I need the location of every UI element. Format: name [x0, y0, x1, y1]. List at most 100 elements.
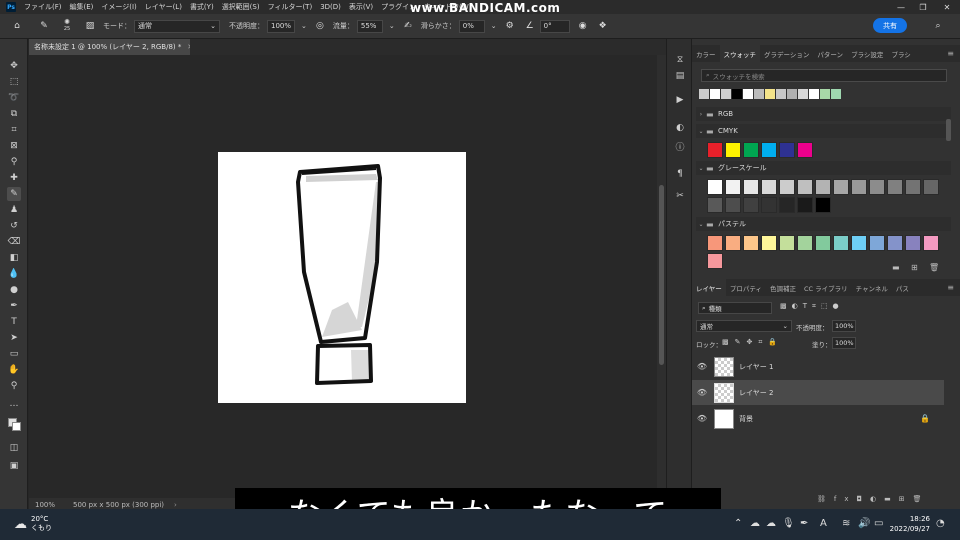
- battery-icon[interactable]: ▭: [874, 518, 883, 529]
- smoothing-field[interactable]: 0%: [458, 19, 485, 33]
- gear-icon[interactable]: ⚙: [503, 19, 517, 33]
- tab-properties[interactable]: プロパティ: [726, 279, 766, 296]
- color-swatch[interactable]: [798, 89, 808, 99]
- airbrush-icon[interactable]: ✍: [401, 19, 415, 33]
- color-swatch[interactable]: [797, 197, 813, 213]
- color-swatch[interactable]: [905, 179, 921, 195]
- dodge-tool-icon[interactable]: ●: [7, 283, 21, 297]
- color-swatch[interactable]: [732, 89, 742, 99]
- symmetry-icon[interactable]: ❖: [596, 19, 610, 33]
- eye-icon[interactable]: 👁: [692, 388, 712, 397]
- vertical-scrollbar[interactable]: [657, 55, 666, 498]
- color-swatch[interactable]: [797, 235, 813, 251]
- actions-panel-icon[interactable]: ▶: [673, 93, 687, 107]
- angle-field[interactable]: 0°: [539, 19, 570, 33]
- new-group-icon[interactable]: ▬: [892, 263, 900, 272]
- color-swatch[interactable]: [743, 142, 759, 158]
- pressure-size-icon[interactable]: ◉: [576, 19, 590, 33]
- brush-tool-icon[interactable]: ✎: [37, 19, 51, 33]
- layer-filter-select[interactable]: ⌕ 種類: [698, 302, 772, 314]
- menu-3d[interactable]: 3D(D): [316, 3, 345, 11]
- color-swatch[interactable]: [797, 142, 813, 158]
- volume-icon[interactable]: 🔊: [858, 518, 870, 529]
- menu-file[interactable]: ファイル(F): [20, 2, 66, 12]
- color-swatch[interactable]: [761, 179, 777, 195]
- document-canvas[interactable]: [218, 152, 466, 403]
- share-button[interactable]: 共有: [873, 18, 907, 33]
- panel-menu-icon[interactable]: ≡: [947, 283, 954, 292]
- path-select-tool-icon[interactable]: ➤: [7, 331, 21, 345]
- color-swatch[interactable]: [707, 235, 723, 251]
- blur-tool-icon[interactable]: 💧: [7, 267, 21, 281]
- restore-icon[interactable]: ❐: [912, 0, 934, 14]
- layer-row[interactable]: 👁 背景 🔒: [692, 406, 944, 431]
- color-swatch[interactable]: [743, 235, 759, 251]
- scrollbar-thumb[interactable]: [659, 185, 664, 365]
- tab-channels[interactable]: チャンネル: [852, 279, 892, 296]
- eraser-tool-icon[interactable]: ⌫: [7, 235, 21, 249]
- tab-brushes[interactable]: ブラシ: [887, 45, 914, 62]
- fill-field[interactable]: 100%: [832, 337, 856, 349]
- color-swatch[interactable]: [887, 235, 903, 251]
- color-swatch[interactable]: [707, 197, 723, 213]
- tab-brush-settings[interactable]: ブラシ設定: [847, 45, 887, 62]
- color-swatch[interactable]: [815, 197, 831, 213]
- pen-icon[interactable]: ✒: [800, 518, 808, 529]
- color-swatch[interactable]: [779, 142, 795, 158]
- color-swatch[interactable]: [779, 235, 795, 251]
- minimize-icon[interactable]: —: [890, 0, 912, 14]
- eyedropper-tool-icon[interactable]: ⚲: [7, 155, 21, 169]
- angle-icon[interactable]: ∠: [523, 19, 537, 33]
- clock[interactable]: 18:26 2022/09/27: [884, 514, 930, 534]
- swatches-scrollbar[interactable]: [945, 119, 952, 299]
- close-icon[interactable]: ✕: [936, 0, 958, 14]
- layer-footer-icons[interactable]: ⛓fx◘◐▬⊞🗑: [817, 495, 930, 503]
- color-swatch[interactable]: [743, 179, 759, 195]
- menu-type[interactable]: 書式(Y): [186, 2, 218, 12]
- adjust-panel-icon[interactable]: ◐: [673, 121, 687, 135]
- color-swatch[interactable]: [820, 89, 830, 99]
- menu-filter[interactable]: フィルター(T): [264, 2, 317, 12]
- search-icon[interactable]: ⌕: [931, 19, 945, 33]
- color-swatch[interactable]: [710, 89, 720, 99]
- cloud-tray-icon[interactable]: ☁: [750, 518, 760, 529]
- paragraph-panel-icon[interactable]: ¶: [673, 167, 687, 181]
- menu-layer[interactable]: レイヤー(L): [141, 2, 186, 12]
- flow-field[interactable]: 55%: [356, 19, 383, 33]
- opacity-field[interactable]: 100%: [267, 19, 295, 33]
- history-panel-icon[interactable]: ⧖: [673, 53, 687, 67]
- swatch-group-cmyk[interactable]: ⌄ ▬ CMYK: [696, 124, 951, 138]
- color-swatch[interactable]: [699, 89, 709, 99]
- color-swatch[interactable]: [765, 89, 775, 99]
- tab-adjustments[interactable]: 色調補正: [766, 279, 800, 296]
- color-swatch[interactable]: [761, 197, 777, 213]
- tab-patterns[interactable]: パターン: [813, 45, 847, 62]
- weather-widget[interactable]: ☁ 20°C くもり: [14, 515, 52, 533]
- comments-panel-icon[interactable]: ▤: [673, 69, 687, 83]
- document-tab[interactable]: 名称未設定 1 @ 100% (レイヤー 2, RGB/8) * ✕: [29, 39, 193, 55]
- move-tool-icon[interactable]: ✥: [7, 59, 21, 73]
- brush-preset-picker[interactable]: ✺ 25: [57, 19, 77, 33]
- tab-cc-libraries[interactable]: CC ライブラリ: [800, 279, 852, 296]
- color-swatch[interactable]: [833, 235, 849, 251]
- pressure-opacity-icon[interactable]: ◎: [313, 19, 327, 33]
- tab-paths[interactable]: パス: [892, 279, 913, 296]
- color-swatch[interactable]: [761, 235, 777, 251]
- scrollbar-thumb[interactable]: [946, 119, 951, 141]
- stamp-tool-icon[interactable]: ♟: [7, 203, 21, 217]
- color-swatch[interactable]: [851, 235, 867, 251]
- history-brush-tool-icon[interactable]: ↺: [7, 219, 21, 233]
- menu-image[interactable]: イメージ(I): [97, 2, 140, 12]
- gradient-tool-icon[interactable]: ◧: [7, 251, 21, 265]
- more-tools-icon[interactable]: …: [7, 397, 21, 411]
- healing-brush-tool-icon[interactable]: ✚: [7, 171, 21, 185]
- tab-color[interactable]: カラー: [692, 45, 720, 62]
- menu-view[interactable]: 表示(V): [345, 2, 377, 12]
- color-swatch[interactable]: [725, 197, 741, 213]
- blend-mode-select[interactable]: 通常 ⌄: [696, 320, 792, 332]
- eye-icon[interactable]: 👁: [692, 414, 712, 423]
- font-icon[interactable]: A: [820, 518, 827, 529]
- scissors-icon[interactable]: ✂: [673, 189, 687, 203]
- zoom-level[interactable]: 100%: [35, 501, 65, 509]
- info-panel-icon[interactable]: ⓘ: [673, 139, 687, 153]
